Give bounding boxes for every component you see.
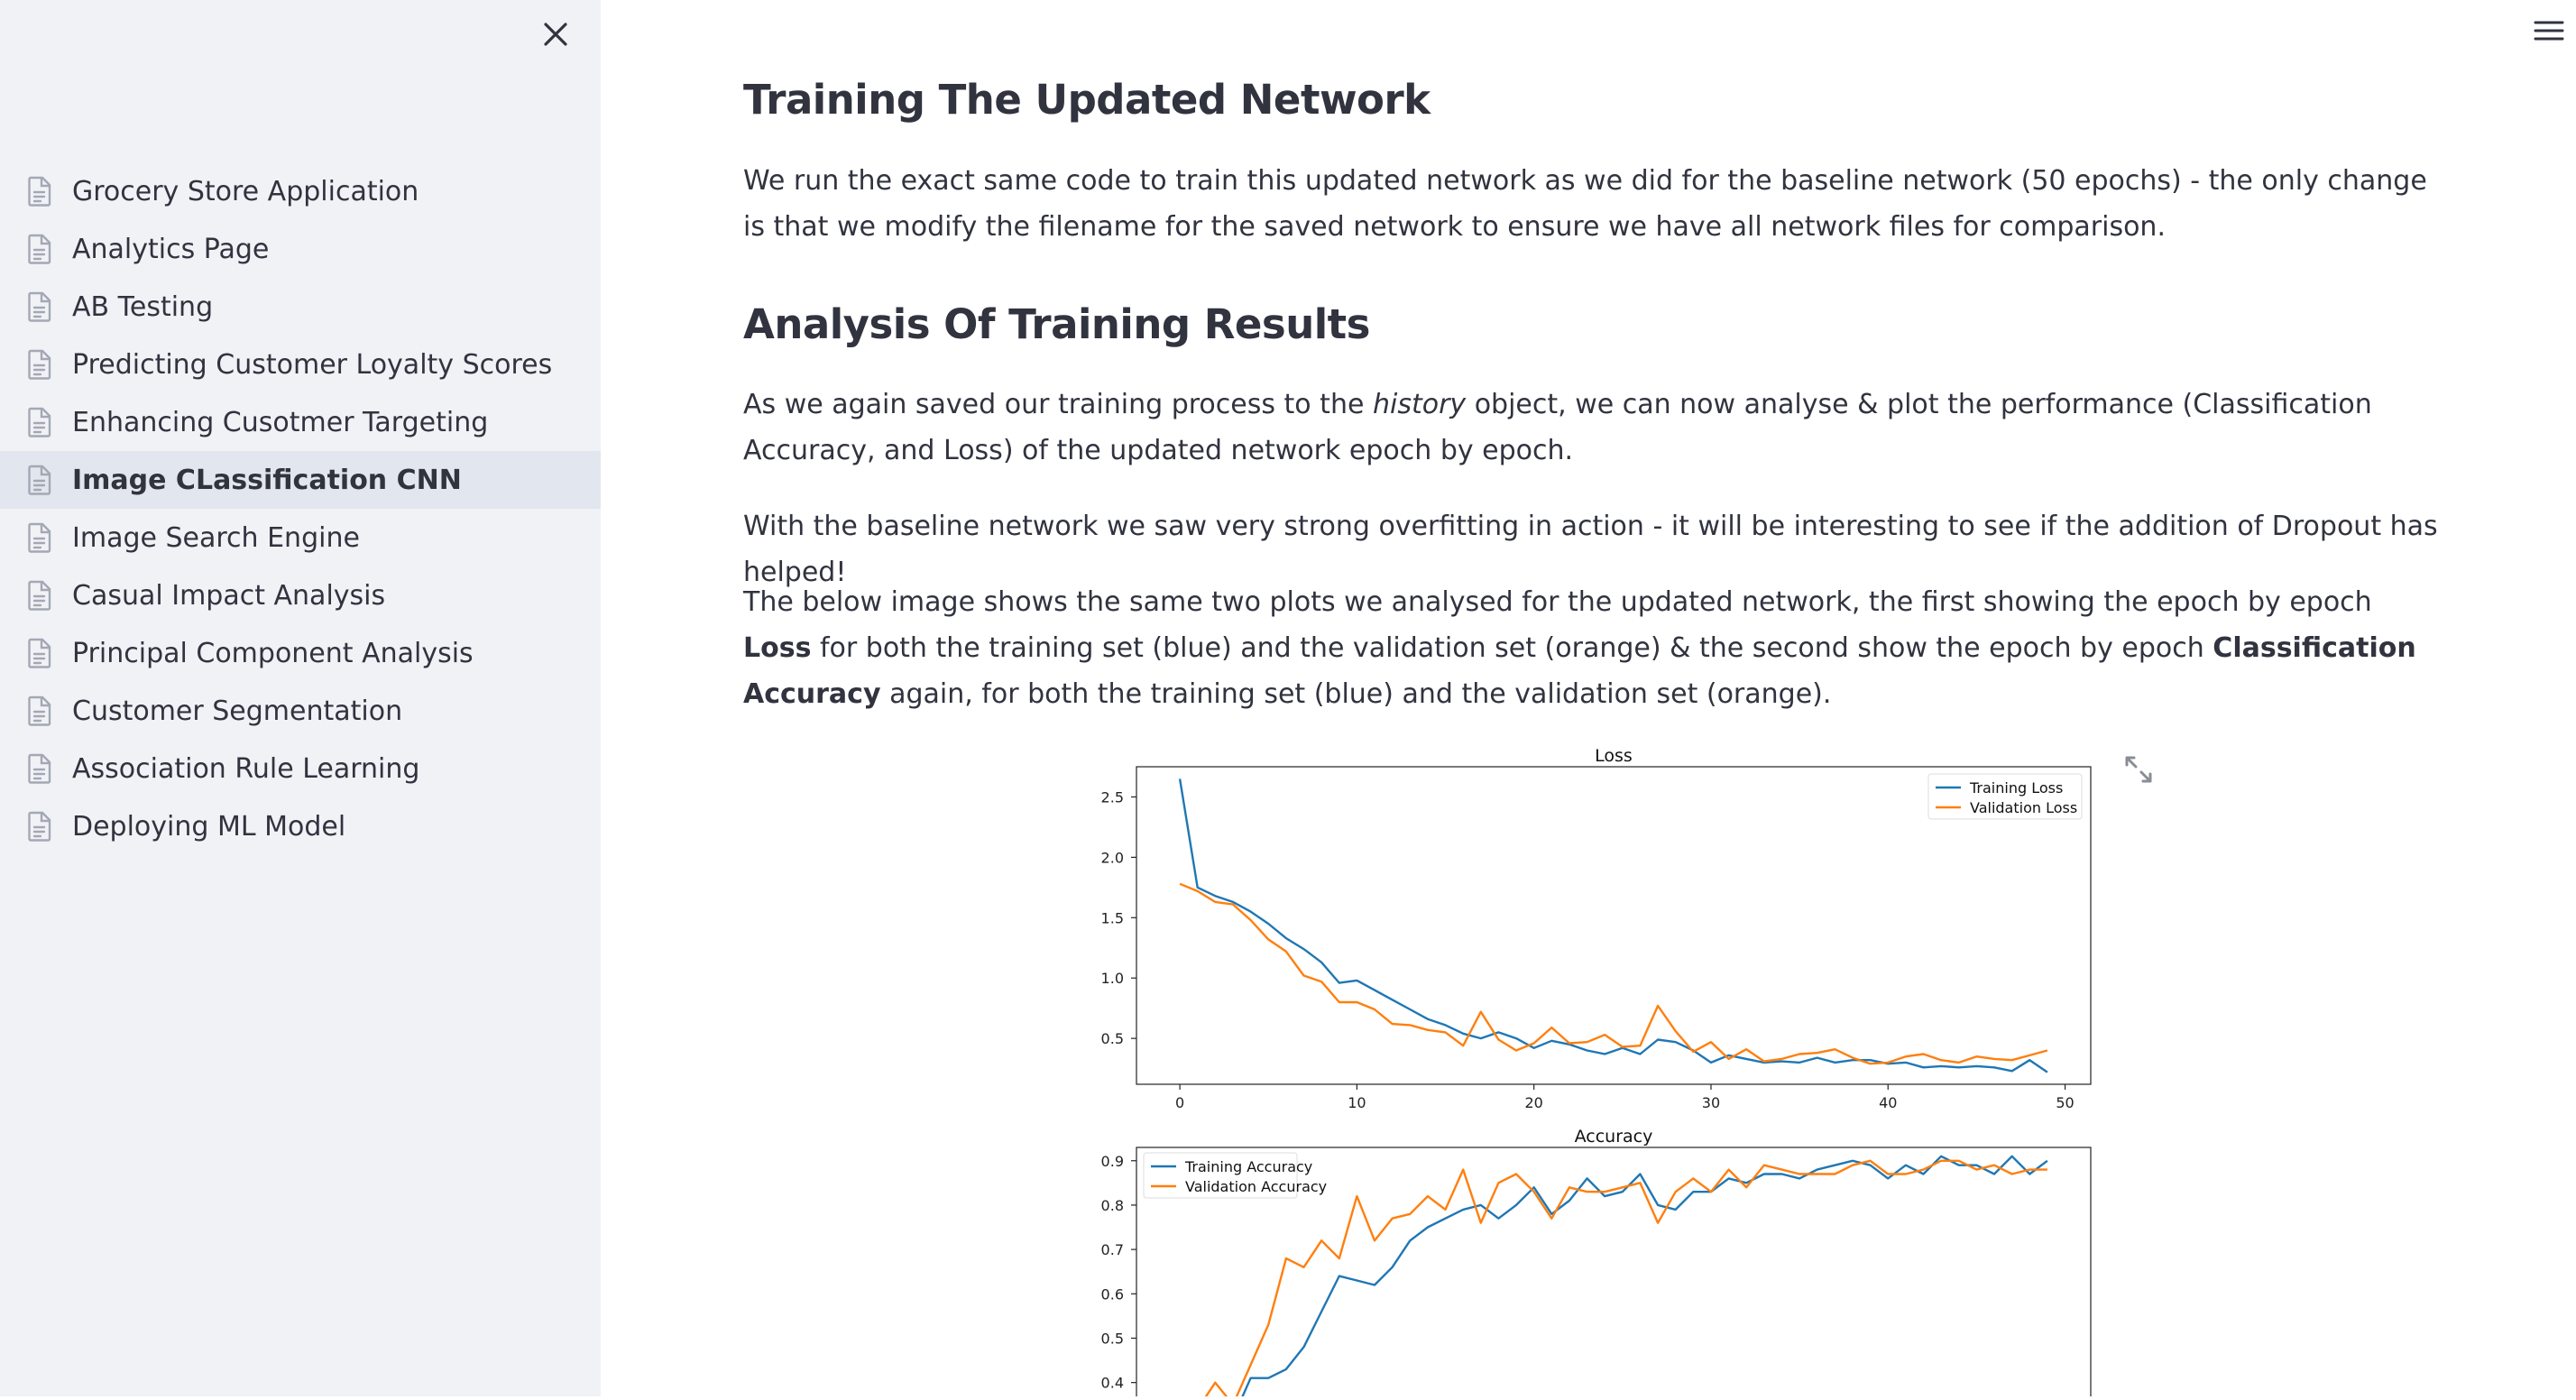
main-menu-button[interactable] (2533, 16, 2565, 45)
legend-label: Training Loss (1969, 779, 2063, 797)
plots-text-a: The below image shows the same two plots… (743, 586, 2372, 618)
document-icon (28, 811, 51, 842)
sidebar-item-casual-impact-analysis[interactable]: Casual Impact Analysis (0, 566, 601, 624)
legend-label: Validation Accuracy (1185, 1178, 1327, 1195)
y-tick-label: 0.9 (1101, 1153, 1124, 1170)
heading-training-updated-network: Training The Updated Network (743, 76, 1431, 124)
sidebar-item-principal-component-analysis[interactable]: Principal Component Analysis (0, 624, 601, 682)
document-icon (28, 522, 51, 553)
series-group (1178, 778, 2048, 1073)
y-tick-label: 0.6 (1101, 1285, 1124, 1303)
sidebar-item-label: Deploying ML Model (72, 810, 346, 843)
sidebar-nav: Grocery Store Application Analytics Page A… (0, 162, 601, 855)
paragraph-plots-description: The below image shows the same two plots… (743, 579, 2439, 717)
y-tick-label: 1.0 (1101, 970, 1124, 987)
y-tick-label: 2.0 (1101, 849, 1124, 866)
series-line-training-loss (1178, 778, 2048, 1073)
sidebar-item-label: Image Search Engine (72, 521, 360, 554)
document-icon (28, 465, 51, 495)
x-tick-label: 0 (1175, 1094, 1184, 1111)
sidebar-item-enhancing-cusotmer-targeting[interactable]: Enhancing Cusotmer Targeting (0, 393, 601, 451)
document-icon (28, 638, 51, 668)
chart-title: Loss (1595, 746, 1633, 766)
sidebar-item-label: Predicting Customer Loyalty Scores (72, 348, 553, 381)
sidebar-item-label: Casual Impact Analysis (72, 579, 386, 612)
y-tick-label: 1.5 (1101, 909, 1124, 926)
chart-title: Accuracy (1575, 1127, 1653, 1147)
chart-1: Accuracy 0.4 0.5 0.6 0.7 0.8 0.9 Training Accur… (1101, 1127, 2092, 1400)
chart-0: Loss 0.5 1.0 1.5 2.0 2.5 0 10 20 30 40 50 Training L… (1101, 746, 2092, 1111)
training-plots-svg: Loss 0.5 1.0 1.5 2.0 2.5 0 10 20 30 40 50 Training L… (1101, 746, 2092, 1400)
paragraph-training: We run the exact same code to train this… (743, 165, 2427, 243)
hamburger-menu-icon (2534, 21, 2564, 41)
paragraph-history: As we again saved our training process t… (743, 382, 2439, 474)
y-tick-label: 0.5 (1101, 1030, 1124, 1047)
sidebar-item-label: Association Rule Learning (72, 752, 420, 785)
sidebar: Grocery Store Application Analytics Page A… (0, 0, 601, 1396)
y-tick-label: 2.5 (1101, 788, 1124, 806)
fullscreen-button[interactable] (2123, 754, 2154, 785)
paragraph-history-text-a: As we again saved our training process t… (743, 389, 1373, 420)
sidebar-item-label: Customer Segmentation (72, 695, 403, 727)
sidebar-item-label: Enhancing Cusotmer Targeting (72, 406, 489, 438)
plots-text-c: for both the training set (blue) and the… (811, 632, 2213, 664)
sidebar-item-image-search-engine[interactable]: Image Search Engine (0, 509, 601, 566)
sidebar-item-label: AB Testing (72, 290, 214, 323)
x-tick-label: 10 (1348, 1094, 1366, 1111)
document-icon (28, 695, 51, 726)
sidebar-item-label: Principal Component Analysis (72, 637, 474, 669)
y-tick-label: 0.4 (1101, 1375, 1124, 1392)
document-icon (28, 349, 51, 380)
history-emphasis: history (1372, 389, 1467, 420)
close-icon (544, 23, 567, 46)
sidebar-item-label: Image CLassification CNN (72, 464, 462, 496)
document-icon (28, 407, 51, 438)
sidebar-item-label: Analytics Page (72, 233, 270, 265)
plots-text-d: again, for both the training set (blue) … (880, 678, 1832, 710)
sidebar-item-predicting-customer-loyalty-scores[interactable]: Predicting Customer Loyalty Scores (0, 336, 601, 393)
loss-bold: Loss (743, 632, 812, 664)
document-icon (28, 234, 51, 264)
y-tick-label: 0.5 (1101, 1330, 1124, 1347)
x-tick-label: 30 (1702, 1094, 1720, 1111)
y-tick-label: 0.8 (1101, 1197, 1124, 1214)
sidebar-item-association-rule-learning[interactable]: Association Rule Learning (0, 740, 601, 797)
legend-label: Training Accuracy (1184, 1158, 1312, 1175)
sidebar-item-customer-segmentation[interactable]: Customer Segmentation (0, 682, 601, 740)
sidebar-item-deploying-ml-model[interactable]: Deploying ML Model (0, 797, 601, 855)
x-tick-label: 50 (2056, 1094, 2074, 1111)
document-icon (28, 580, 51, 611)
fullscreen-expand-icon (2125, 756, 2152, 783)
document-icon (28, 176, 51, 207)
series-line-validation-loss (1179, 882, 2048, 1065)
x-tick-label: 20 (1524, 1094, 1542, 1111)
document-icon (28, 753, 51, 784)
sidebar-item-grocery-store-application[interactable]: Grocery Store Application (0, 162, 601, 220)
close-sidebar-button[interactable] (536, 14, 575, 54)
sidebar-item-label: Grocery Store Application (72, 175, 419, 207)
sidebar-item-ab-testing[interactable]: AB Testing (0, 278, 601, 336)
y-tick-label: 0.7 (1101, 1241, 1124, 1258)
x-tick-label: 40 (1879, 1094, 1897, 1111)
series-line-validation-accuracy (1202, 1159, 2047, 1400)
sidebar-item-image-classification-cnn[interactable]: Image CLassification CNN (0, 451, 601, 509)
legend-label: Validation Loss (1970, 799, 2077, 816)
sidebar-item-analytics-page[interactable]: Analytics Page (0, 220, 601, 278)
training-plots-image: Loss 0.5 1.0 1.5 2.0 2.5 0 10 20 30 40 50 Training L… (1070, 740, 2170, 1400)
heading-analysis-results: Analysis Of Training Results (743, 300, 1370, 348)
document-icon (28, 291, 51, 322)
